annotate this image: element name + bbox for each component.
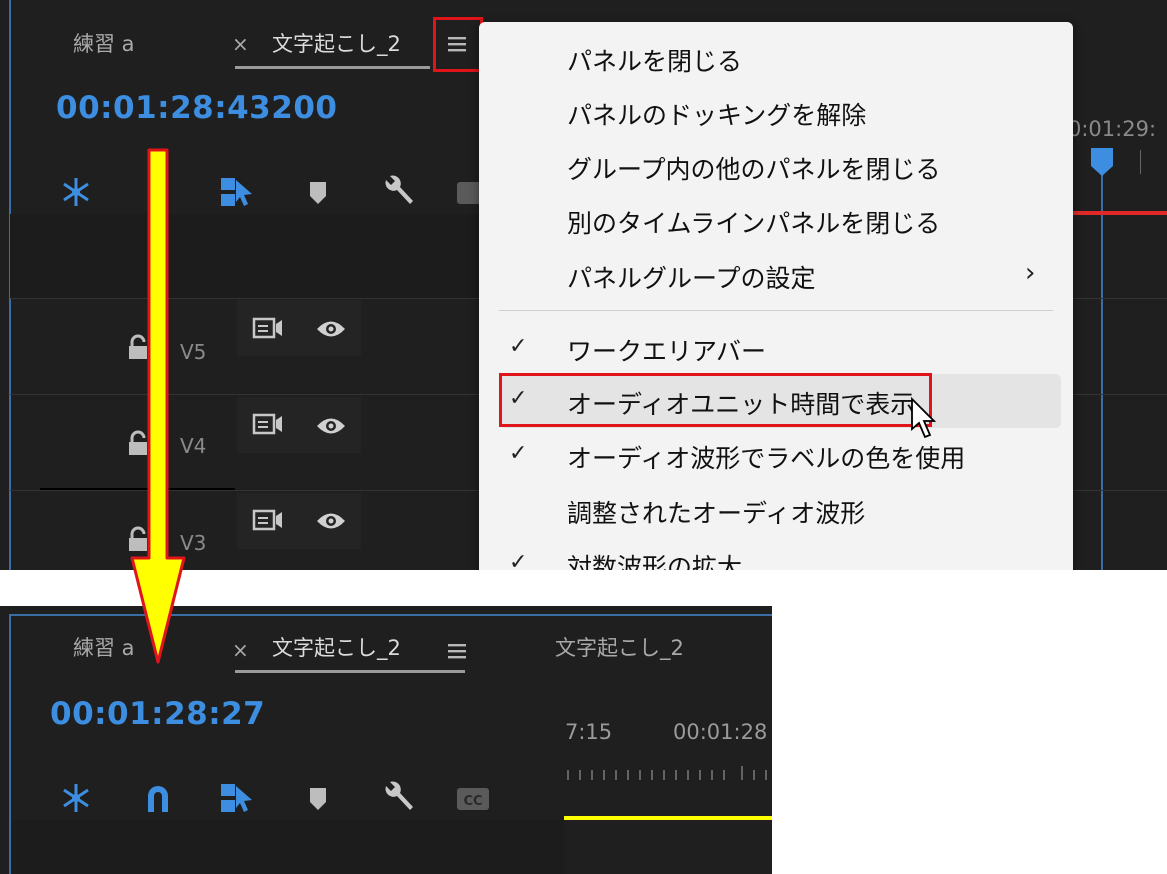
panel-context-menu: パネルを閉じる パネルのドッキングを解除 グループ内の他のパネルを閉じる 別のタ… bbox=[479, 22, 1073, 570]
wrench-icon[interactable] bbox=[380, 778, 416, 814]
tab-close-button[interactable]: × bbox=[232, 32, 249, 56]
menu-item-panel-group-settings[interactable]: パネルグループの設定 bbox=[567, 259, 816, 295]
marker-icon[interactable] bbox=[300, 174, 336, 210]
linked-selection-icon[interactable] bbox=[218, 780, 254, 816]
tab-close-button[interactable]: × bbox=[232, 638, 249, 662]
active-tab-underline bbox=[235, 670, 465, 673]
tab-source-transcription-2[interactable]: 文字起こし_2 bbox=[555, 632, 684, 662]
snap-ripple-icon[interactable] bbox=[58, 780, 94, 816]
menu-item-rectified-waveform[interactable]: 調整されたオーディオ波形 bbox=[567, 494, 865, 530]
active-tab-underline bbox=[235, 66, 430, 69]
timeline-panel-after: 練習 a × 文字起こし_2 文字起こし_2 00:01:28:27 7:15 … bbox=[0, 606, 772, 874]
menu-separator bbox=[499, 310, 1053, 311]
eye-icon[interactable] bbox=[315, 415, 347, 437]
camera-toggle-icon[interactable] bbox=[252, 412, 284, 436]
wrench-icon[interactable] bbox=[380, 172, 416, 208]
timecode-display[interactable]: 00:01:28:43200 bbox=[56, 90, 337, 126]
menu-item-close-panel[interactable]: パネルを閉じる bbox=[567, 42, 742, 78]
cursor-icon bbox=[910, 396, 938, 441]
camera-toggle-icon[interactable] bbox=[252, 508, 284, 532]
ruler-tick bbox=[1140, 150, 1141, 174]
eye-icon[interactable] bbox=[315, 510, 347, 532]
check-icon: ✓ bbox=[509, 550, 528, 570]
menu-item-label-color-waveform[interactable]: オーディオ波形でラベルの色を使用 bbox=[567, 439, 965, 475]
svg-text:CC: CC bbox=[463, 794, 482, 809]
magnet-icon[interactable] bbox=[140, 780, 176, 816]
ruler-time-label: 00:01:28 bbox=[673, 720, 768, 744]
render-bar bbox=[1073, 211, 1167, 215]
menu-item-work-area-bar[interactable]: ワークエリアバー bbox=[567, 332, 766, 368]
arrow-down-icon bbox=[130, 148, 186, 666]
panel-border-top bbox=[9, 614, 772, 616]
check-icon: ✓ bbox=[509, 334, 528, 359]
menu-item-log-waveform[interactable]: 対数波形の拡大 bbox=[567, 548, 742, 570]
ruler-time-label: 0:01:29: bbox=[1068, 117, 1157, 141]
work-area-bar[interactable] bbox=[564, 816, 772, 820]
tab-transcription-2[interactable]: 文字起こし_2 bbox=[272, 632, 401, 662]
check-icon: ✓ bbox=[509, 441, 528, 466]
menu-item-close-other-panels[interactable]: グループ内の他のパネルを閉じる bbox=[567, 150, 941, 186]
timecode-display[interactable]: 00:01:28:27 bbox=[50, 696, 265, 732]
camera-toggle-icon[interactable] bbox=[252, 316, 284, 340]
panel-menu-icon[interactable] bbox=[445, 639, 469, 663]
eye-icon[interactable] bbox=[315, 318, 347, 340]
menu-item-highlight-box bbox=[499, 373, 932, 427]
panel-menu-highlight bbox=[433, 17, 483, 72]
marker-icon[interactable] bbox=[300, 780, 336, 816]
timeline-header-area bbox=[11, 820, 564, 874]
ruler-time-label: 7:15 bbox=[565, 720, 613, 744]
tab-transcription-2[interactable]: 文字起こし_2 bbox=[272, 28, 401, 58]
tab-practice-a[interactable]: 練習 a bbox=[73, 28, 135, 58]
timeline-header-area bbox=[10, 214, 480, 298]
time-ruler-ticks bbox=[564, 766, 772, 782]
snap-ripple-icon[interactable] bbox=[58, 174, 94, 210]
captions-icon[interactable]: CC bbox=[455, 780, 491, 816]
tab-practice-a[interactable]: 練習 a bbox=[73, 632, 135, 662]
menu-item-close-other-timelines[interactable]: 別のタイムラインパネルを閉じる bbox=[567, 204, 940, 240]
linked-selection-icon[interactable] bbox=[218, 174, 254, 210]
playhead-icon[interactable] bbox=[1089, 148, 1115, 176]
menu-item-undock-panel[interactable]: パネルのドッキングを解除 bbox=[567, 96, 866, 132]
chevron-right-icon: › bbox=[1025, 258, 1036, 288]
